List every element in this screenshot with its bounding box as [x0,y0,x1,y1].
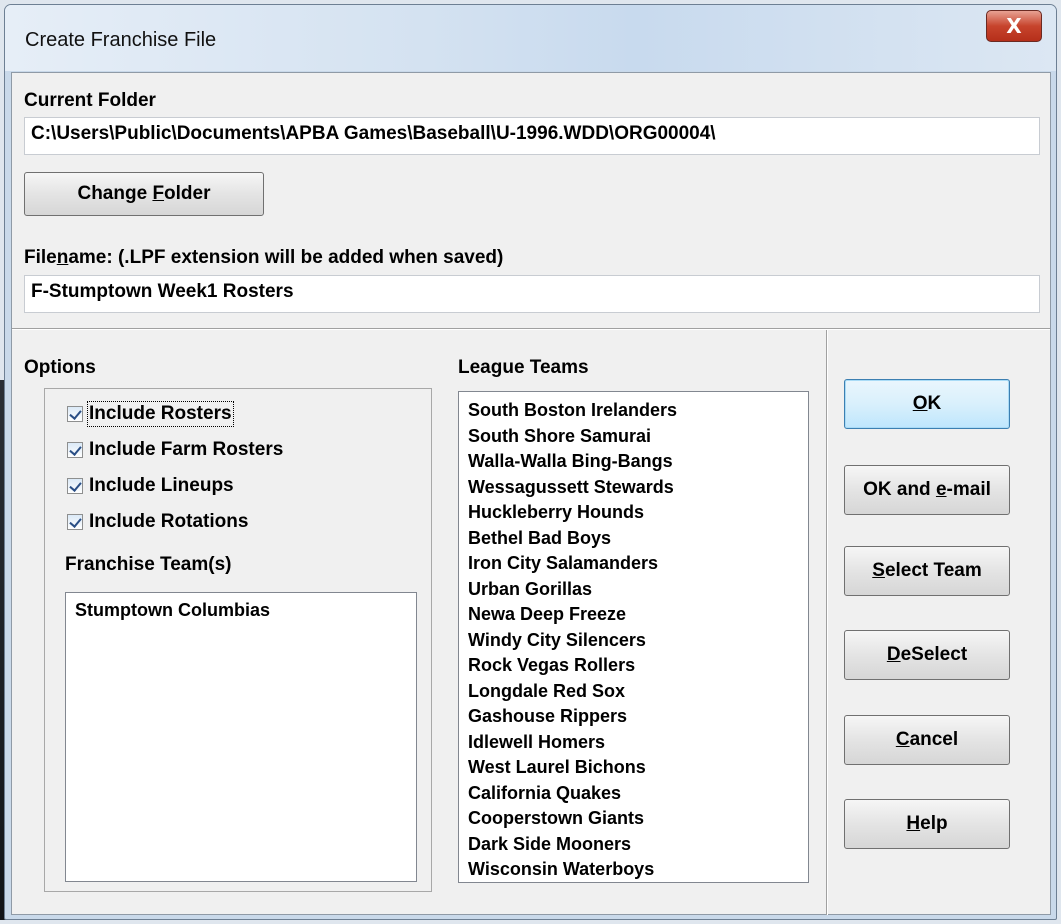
list-item[interactable]: Longdale Red Sox [459,679,808,705]
filename-label-mnemonic: n [56,247,69,268]
help-button[interactable]: Help [844,799,1010,849]
close-button[interactable]: X [986,10,1042,42]
close-icon: X [1006,14,1022,38]
list-item[interactable]: Cooperstown Giants [459,806,808,832]
help-label-suffix: elp [920,813,948,834]
options-label: Options [24,357,96,378]
include-farm-rosters-checkbox[interactable]: Include Farm Rosters [67,439,283,461]
ok-mnemonic: O [912,393,928,414]
cancel-label-suffix: ancel [909,729,959,750]
list-item[interactable]: California Quakes [459,781,808,807]
list-item[interactable]: Newa Deep Freeze [459,602,808,628]
cancel-mnemonic: C [895,729,910,750]
dialog-window: Create Franchise File X Current Folder C… [4,4,1057,920]
list-item[interactable]: Wisconsin Waterboys [459,857,808,882]
list-item[interactable]: Bethel Bad Boys [459,526,808,552]
ok-and-email-button[interactable]: OK and e -mail [844,465,1010,515]
list-item[interactable]: Wessagussett Stewards [459,475,808,501]
deselect-button[interactable]: DeSelect [844,630,1010,680]
list-item[interactable]: Dark Side Mooners [459,832,808,858]
horizontal-divider [12,328,1050,330]
checkbox-checked-icon[interactable] [67,514,83,530]
list-item[interactable]: Walla-Walla Bing-Bangs [459,449,808,475]
list-item[interactable]: Iron City Salamanders [459,551,808,577]
list-item[interactable]: South Boston Irelanders [459,398,808,424]
list-item[interactable]: Idlewell Homers [459,730,808,756]
list-item[interactable]: Gashouse Rippers [459,704,808,730]
select-team-mnemonic: S [872,560,885,581]
filename-label-prefix: File [24,247,57,268]
change-folder-label-suffix: older [164,183,211,204]
ok-email-label-suffix: -mail [946,479,991,500]
select-team-label-suffix: elect Team [884,560,982,581]
ok-button[interactable]: OK [844,379,1010,429]
ok-label-suffix: K [927,393,942,414]
change-folder-mnemonic: F [152,183,165,204]
list-item[interactable]: Rock Vegas Rollers [459,653,808,679]
deselect-mnemonic: D [886,644,901,665]
change-folder-button[interactable]: Change Folder [24,172,264,216]
filename-label: Filename: (.LPF extension will be added … [24,247,503,269]
franchise-teams-label: Franchise Team(s) [65,554,232,575]
current-folder-field[interactable]: C:\Users\Public\Documents\APBA Games\Bas… [24,117,1040,155]
list-item[interactable]: Huckleberry Hounds [459,500,808,526]
title-bar[interactable]: Create Franchise File X [5,5,1056,71]
list-item[interactable]: Stumptown Columbias [66,598,416,624]
checkbox-checked-icon[interactable] [67,478,83,494]
ok-email-mnemonic: e [935,479,947,500]
include-rosters-checkbox[interactable]: Include Rosters [67,401,234,427]
league-teams-label: League Teams [458,357,589,378]
include-farm-rosters-label: Include Farm Rosters [89,439,284,460]
list-item[interactable]: West Laurel Bichons [459,755,808,781]
select-team-button[interactable]: Select Team [844,546,1010,596]
ok-email-label-prefix: OK and [863,479,936,500]
cancel-button[interactable]: Cancel [844,715,1010,765]
change-folder-label-prefix: Change [77,183,153,204]
list-item[interactable]: Urban Gorillas [459,577,808,603]
options-group: Include Rosters Include Farm Rosters Inc… [44,388,432,892]
dialog-body: Current Folder C:\Users\Public\Documents… [11,72,1051,915]
checkbox-checked-icon[interactable] [67,442,83,458]
current-folder-label: Current Folder [24,90,156,111]
checkbox-checked-icon[interactable] [67,406,83,422]
help-mnemonic: H [906,813,921,834]
include-rosters-label: Include Rosters [87,401,234,427]
deselect-label-suffix: eSelect [900,644,968,665]
list-item[interactable]: South Shore Samurai [459,424,808,450]
list-item[interactable]: Windy City Silencers [459,628,808,654]
include-lineups-label: Include Lineups [89,475,234,496]
filename-input[interactable]: F-Stumptown Week1 Rosters [24,275,1040,313]
league-teams-list[interactable]: South Boston Irelanders South Shore Samu… [458,391,809,883]
include-lineups-checkbox[interactable]: Include Lineups [67,475,234,497]
franchise-teams-list[interactable]: Stumptown Columbias [65,592,417,882]
include-rotations-checkbox[interactable]: Include Rotations [67,511,248,533]
include-rotations-label: Include Rotations [89,511,249,532]
filename-label-suffix: ame: (.LPF extension will be added when … [68,247,504,268]
vertical-divider [826,330,828,915]
window-title: Create Franchise File [25,29,217,51]
